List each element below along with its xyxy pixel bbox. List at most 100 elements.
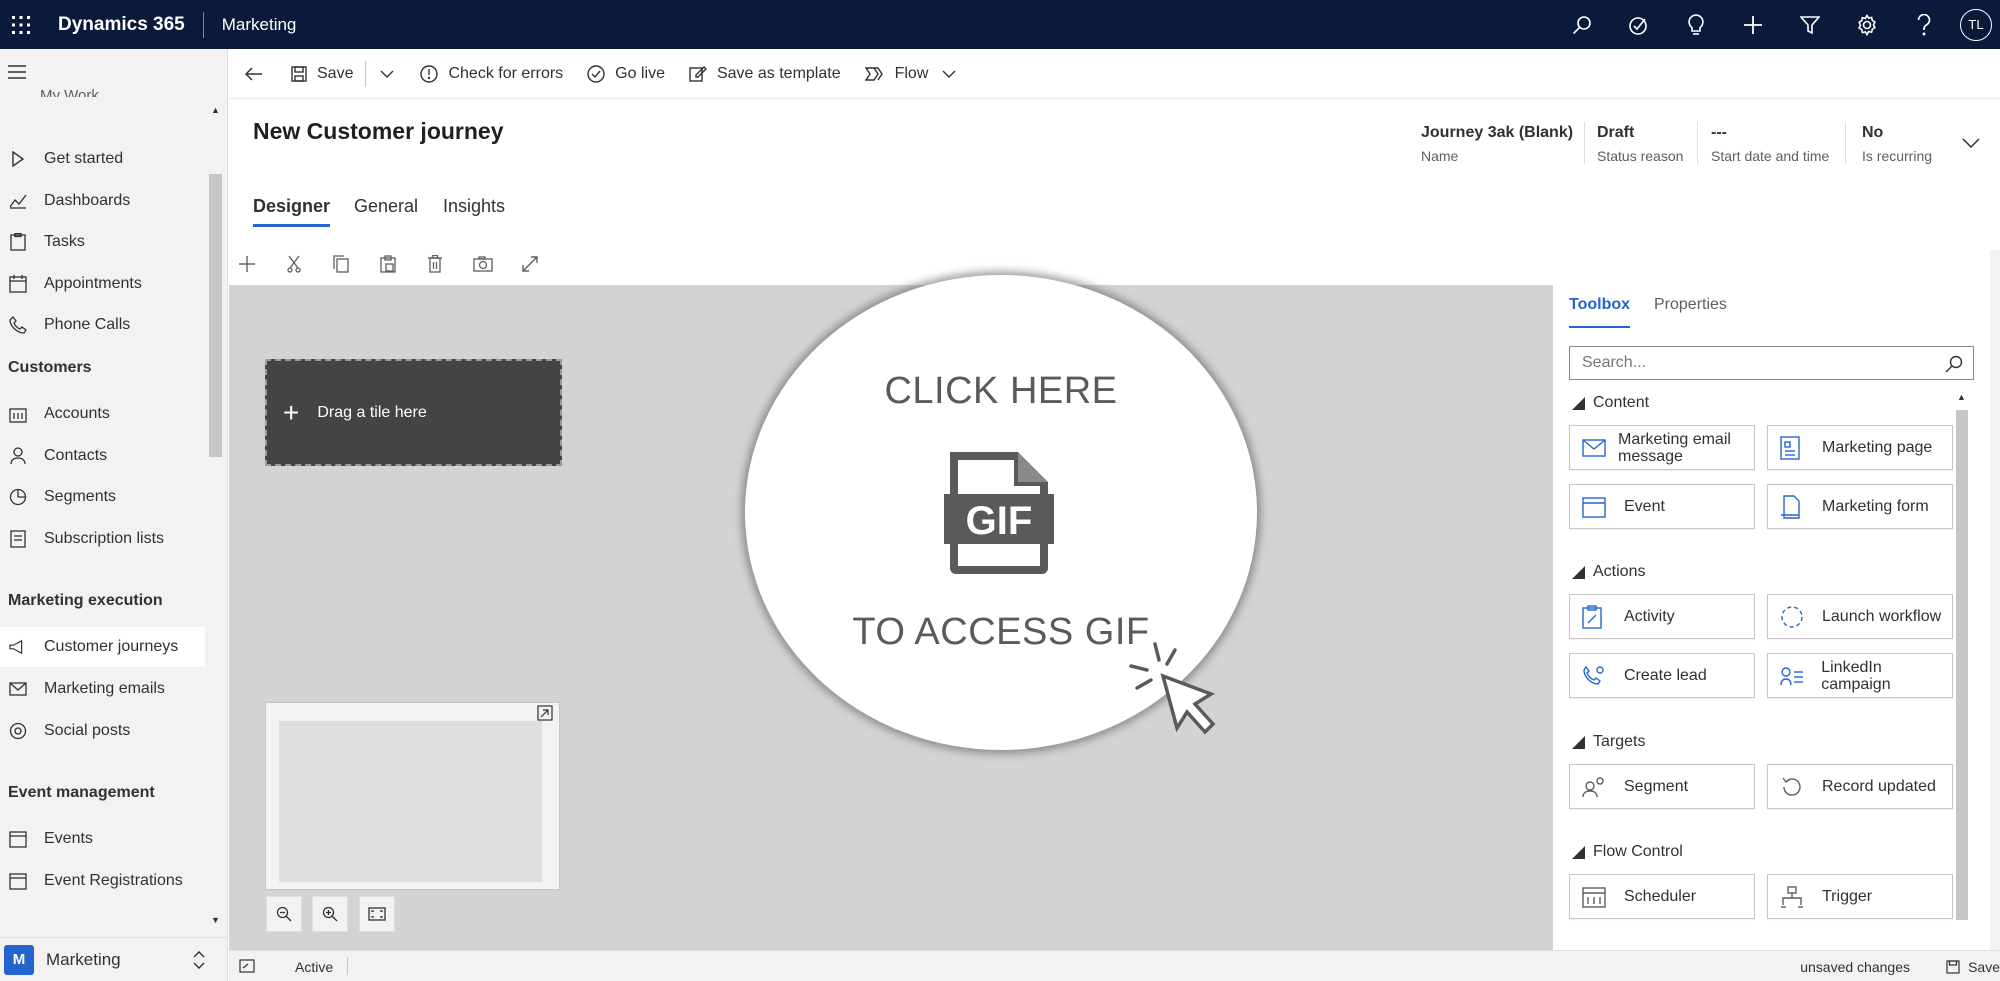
sidebar-item-event-registrations[interactable]: Event Registrations xyxy=(0,861,205,901)
task-flow-icon[interactable] xyxy=(1610,0,1667,49)
dashboard-icon xyxy=(9,192,27,210)
gif-file-icon[interactable]: GIF xyxy=(944,452,1054,574)
sidebar-item-social-posts[interactable]: Social posts xyxy=(0,711,205,751)
section-content[interactable]: Content xyxy=(1572,394,1649,412)
tile-scheduler[interactable]: Scheduler xyxy=(1569,874,1755,919)
copy-icon[interactable] xyxy=(329,252,353,276)
tile-create-lead[interactable]: Create lead xyxy=(1569,653,1755,698)
hamburger-menu-icon[interactable] xyxy=(8,65,26,79)
tab-toolbox[interactable]: Toolbox xyxy=(1569,296,1630,314)
plus-icon[interactable] xyxy=(1724,0,1781,49)
drag-tile-placeholder[interactable]: + Drag a tile here xyxy=(265,359,562,466)
status-save-button[interactable]: Save xyxy=(1946,959,2000,975)
tile-activity[interactable]: Activity xyxy=(1569,594,1755,639)
delete-icon[interactable] xyxy=(423,252,447,276)
sidebar-item-accounts[interactable]: Accounts xyxy=(0,394,205,434)
sidebar-item-phone-calls[interactable]: Phone Calls xyxy=(0,305,205,345)
header-field-status-reason: Draft Status reason xyxy=(1597,124,1683,164)
toolbox-scrollbar-thumb[interactable] xyxy=(1956,410,1968,920)
sidebar-item-dashboards[interactable]: Dashboards xyxy=(0,181,205,221)
scroll-up-icon[interactable]: ▲ xyxy=(1957,392,1966,402)
sidebar-item-label: Social posts xyxy=(44,722,131,739)
header-expand-chevron-icon[interactable] xyxy=(1962,138,1980,148)
scroll-up-icon[interactable]: ▲ xyxy=(211,105,220,115)
help-icon[interactable] xyxy=(1895,0,1952,49)
avatar[interactable]: TL xyxy=(1960,8,1992,41)
lightbulb-icon[interactable] xyxy=(1667,0,1724,49)
gear-icon[interactable] xyxy=(1838,0,1895,49)
tasks-icon xyxy=(9,233,27,251)
sidebar-item-segments[interactable]: Segments xyxy=(0,477,205,517)
add-tile-icon[interactable] xyxy=(235,252,259,276)
tile-marketing-form[interactable]: Marketing form xyxy=(1767,484,1953,529)
tile-label: Scheduler xyxy=(1624,888,1697,905)
section-actions[interactable]: Actions xyxy=(1572,563,1645,581)
warning-circle-icon xyxy=(420,64,439,83)
zoom-in-button[interactable] xyxy=(312,896,348,932)
tile-event[interactable]: Event xyxy=(1569,484,1755,529)
tile-label: Segment xyxy=(1624,778,1689,795)
toolbox-search-input[interactable] xyxy=(1582,354,1932,372)
clipboard-icon xyxy=(1582,604,1612,629)
save-button[interactable]: Save xyxy=(279,49,365,99)
tile-marketing-email[interactable]: Marketing email message xyxy=(1569,425,1755,470)
tile-trigger[interactable]: Trigger xyxy=(1767,874,1953,919)
tile-linkedin-campaign[interactable]: LinkedIn campaign xyxy=(1767,653,1953,698)
sidebar-item-subscription-lists[interactable]: Subscription lists xyxy=(0,519,205,559)
tab-properties[interactable]: Properties xyxy=(1654,296,1727,314)
tile-record-updated[interactable]: Record updated xyxy=(1767,764,1953,809)
status-form-icon[interactable] xyxy=(239,959,255,973)
scroll-down-icon[interactable]: ▼ xyxy=(211,915,220,925)
tile-segment[interactable]: Segment xyxy=(1569,764,1755,809)
area-switcher[interactable]: M Marketing xyxy=(0,937,227,981)
check-for-errors-button[interactable]: Check for errors xyxy=(408,49,575,99)
paste-icon[interactable] xyxy=(376,252,400,276)
sidebar-item-appointments[interactable]: Appointments xyxy=(0,264,205,304)
sidebar-item-marketing-emails[interactable]: Marketing emails xyxy=(0,669,205,709)
workflow-icon xyxy=(1780,605,1810,629)
flow-button[interactable]: Flow xyxy=(853,49,969,99)
tab-designer[interactable]: Designer xyxy=(253,196,330,217)
sidebar-item-events[interactable]: Events xyxy=(0,819,205,859)
save-as-template-button[interactable]: Save as template xyxy=(677,49,853,99)
sidebar-item-get-started[interactable]: Get started xyxy=(0,139,205,179)
check-for-errors-label: Check for errors xyxy=(448,64,564,82)
minimap-collapse-icon[interactable] xyxy=(537,705,553,721)
go-live-button[interactable]: Go live xyxy=(575,49,677,99)
fit-to-screen-button[interactable] xyxy=(359,896,395,932)
zoom-out-button[interactable] xyxy=(266,896,302,932)
section-targets[interactable]: Targets xyxy=(1572,733,1645,751)
sidebar-scrollbar-thumb[interactable] xyxy=(209,174,222,457)
gif-click-here-text[interactable]: CLICK HERE xyxy=(745,370,1257,413)
save-options-dropdown[interactable] xyxy=(366,49,408,99)
cut-icon[interactable] xyxy=(282,252,306,276)
tile-label: Record updated xyxy=(1822,778,1936,795)
divider xyxy=(1845,122,1846,164)
tile-label: Activity xyxy=(1624,608,1675,625)
search-icon[interactable] xyxy=(1945,355,1963,373)
sidebar-item-customer-journeys[interactable]: Customer journeys xyxy=(0,627,205,667)
tab-general[interactable]: General xyxy=(354,196,418,217)
filter-icon[interactable] xyxy=(1781,0,1838,49)
sidebar-item-tasks[interactable]: Tasks xyxy=(0,222,205,262)
canvas-minimap[interactable] xyxy=(265,702,560,890)
sidebar-group-my-work: My Work xyxy=(40,87,99,97)
back-button[interactable] xyxy=(229,49,279,99)
segment-icon xyxy=(1582,776,1612,798)
tile-launch-workflow[interactable]: Launch workflow xyxy=(1767,594,1953,639)
list-icon xyxy=(9,530,27,548)
sidebar-item-label: Appointments xyxy=(44,275,142,292)
page-scrollbar[interactable] xyxy=(1990,250,2000,950)
product-name[interactable]: Dynamics 365 xyxy=(58,14,185,36)
section-flow-control[interactable]: Flow Control xyxy=(1572,843,1683,861)
sidebar-item-contacts[interactable]: Contacts xyxy=(0,436,205,476)
tile-label: Trigger xyxy=(1822,888,1873,905)
minimap-viewport[interactable] xyxy=(279,721,542,882)
fullscreen-icon[interactable] xyxy=(518,252,542,276)
tab-insights[interactable]: Insights xyxy=(443,196,505,217)
search-icon[interactable] xyxy=(1553,0,1610,49)
section-label: Flow Control xyxy=(1593,843,1683,860)
tile-marketing-page[interactable]: Marketing page xyxy=(1767,425,1953,470)
screenshot-icon[interactable] xyxy=(471,252,495,276)
app-launcher-icon[interactable] xyxy=(2,0,40,49)
